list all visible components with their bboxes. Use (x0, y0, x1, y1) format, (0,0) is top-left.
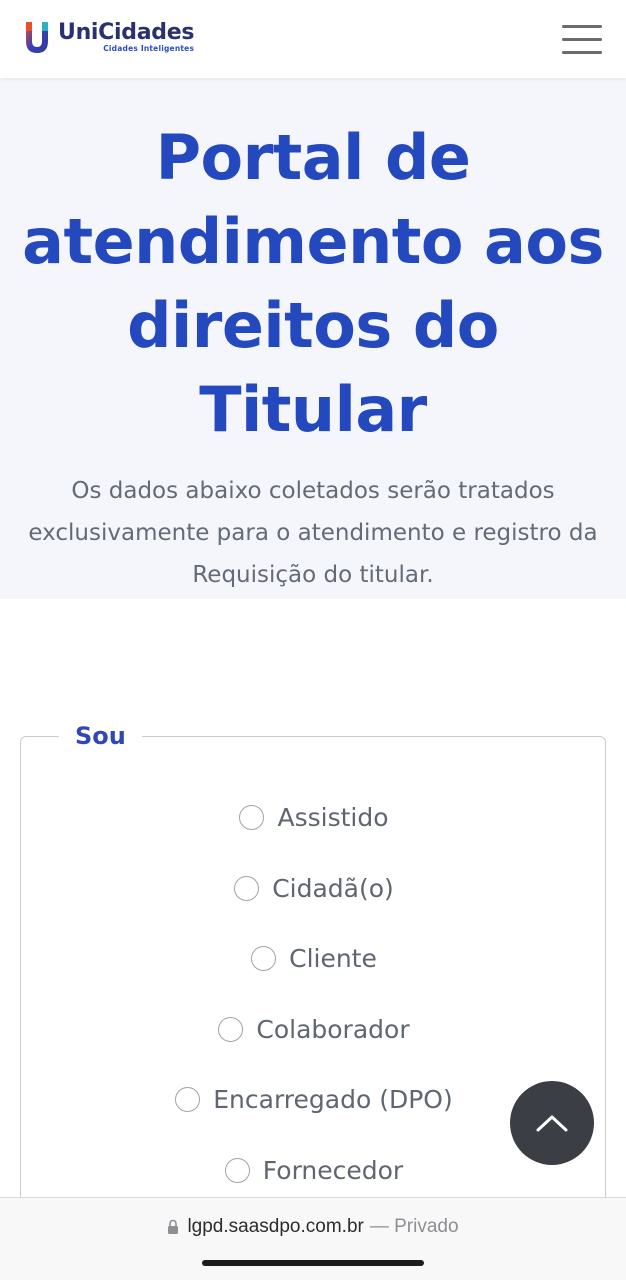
brand-tagline: Cidades Inteligentes (103, 44, 195, 53)
radio-button[interactable] (251, 945, 277, 971)
radio-option-cidadao[interactable]: Cidadã(o) (21, 868, 607, 908)
radio-label: Fornecedor (262, 1155, 404, 1185)
hero-section: Portal de atendimento aos direitos do Ti… (0, 78, 626, 599)
radio-button[interactable] (218, 1016, 244, 1042)
chevron-up-icon (536, 1115, 568, 1132)
radio-button[interactable] (239, 804, 265, 830)
home-indicator (202, 1260, 424, 1266)
logo-mark-icon (26, 22, 48, 53)
radio-option-colaborador[interactable]: Colaborador (21, 1009, 607, 1049)
radio-label: Cidadã(o) (272, 873, 394, 903)
scroll-to-top-button[interactable] (510, 1081, 594, 1165)
radio-label: Assistido (277, 802, 389, 832)
fieldset-legend: Sou (59, 717, 142, 755)
app-header: UniCidades Cidades Inteligentes (0, 0, 626, 78)
radio-button[interactable] (175, 1086, 201, 1112)
lock-icon (168, 1219, 179, 1234)
url-host: lgpd.saasdpo.com.br (187, 1216, 364, 1237)
radio-button[interactable] (234, 875, 260, 901)
radio-label: Cliente (289, 943, 377, 973)
radio-button[interactable] (224, 1157, 250, 1183)
radio-option-assistido[interactable]: Assistido (21, 797, 607, 837)
browser-url-bar[interactable]: lgpd.saasdpo.com.br — Privado (0, 1197, 626, 1280)
radio-option-fornecedor[interactable]: Fornecedor (21, 1150, 607, 1190)
brand-name: UniCidades (58, 20, 195, 45)
radio-option-cliente[interactable]: Cliente (21, 938, 607, 978)
hamburger-menu-icon[interactable] (562, 24, 602, 56)
private-mode-label: — Privado (369, 1216, 459, 1237)
radio-label: Colaborador (256, 1014, 410, 1044)
page-subtitle: Os dados abaixo coletados serão tratados… (28, 478, 598, 588)
radio-label: Encarregado (DPO) (213, 1084, 453, 1114)
role-fieldset: Sou Assistido Cidadã(o) Cliente Colabora… (20, 717, 607, 1276)
unicidades-logo[interactable]: UniCidades Cidades Inteligentes (24, 20, 194, 54)
page-title: Portal de atendimento aos direitos do Ti… (22, 121, 604, 446)
